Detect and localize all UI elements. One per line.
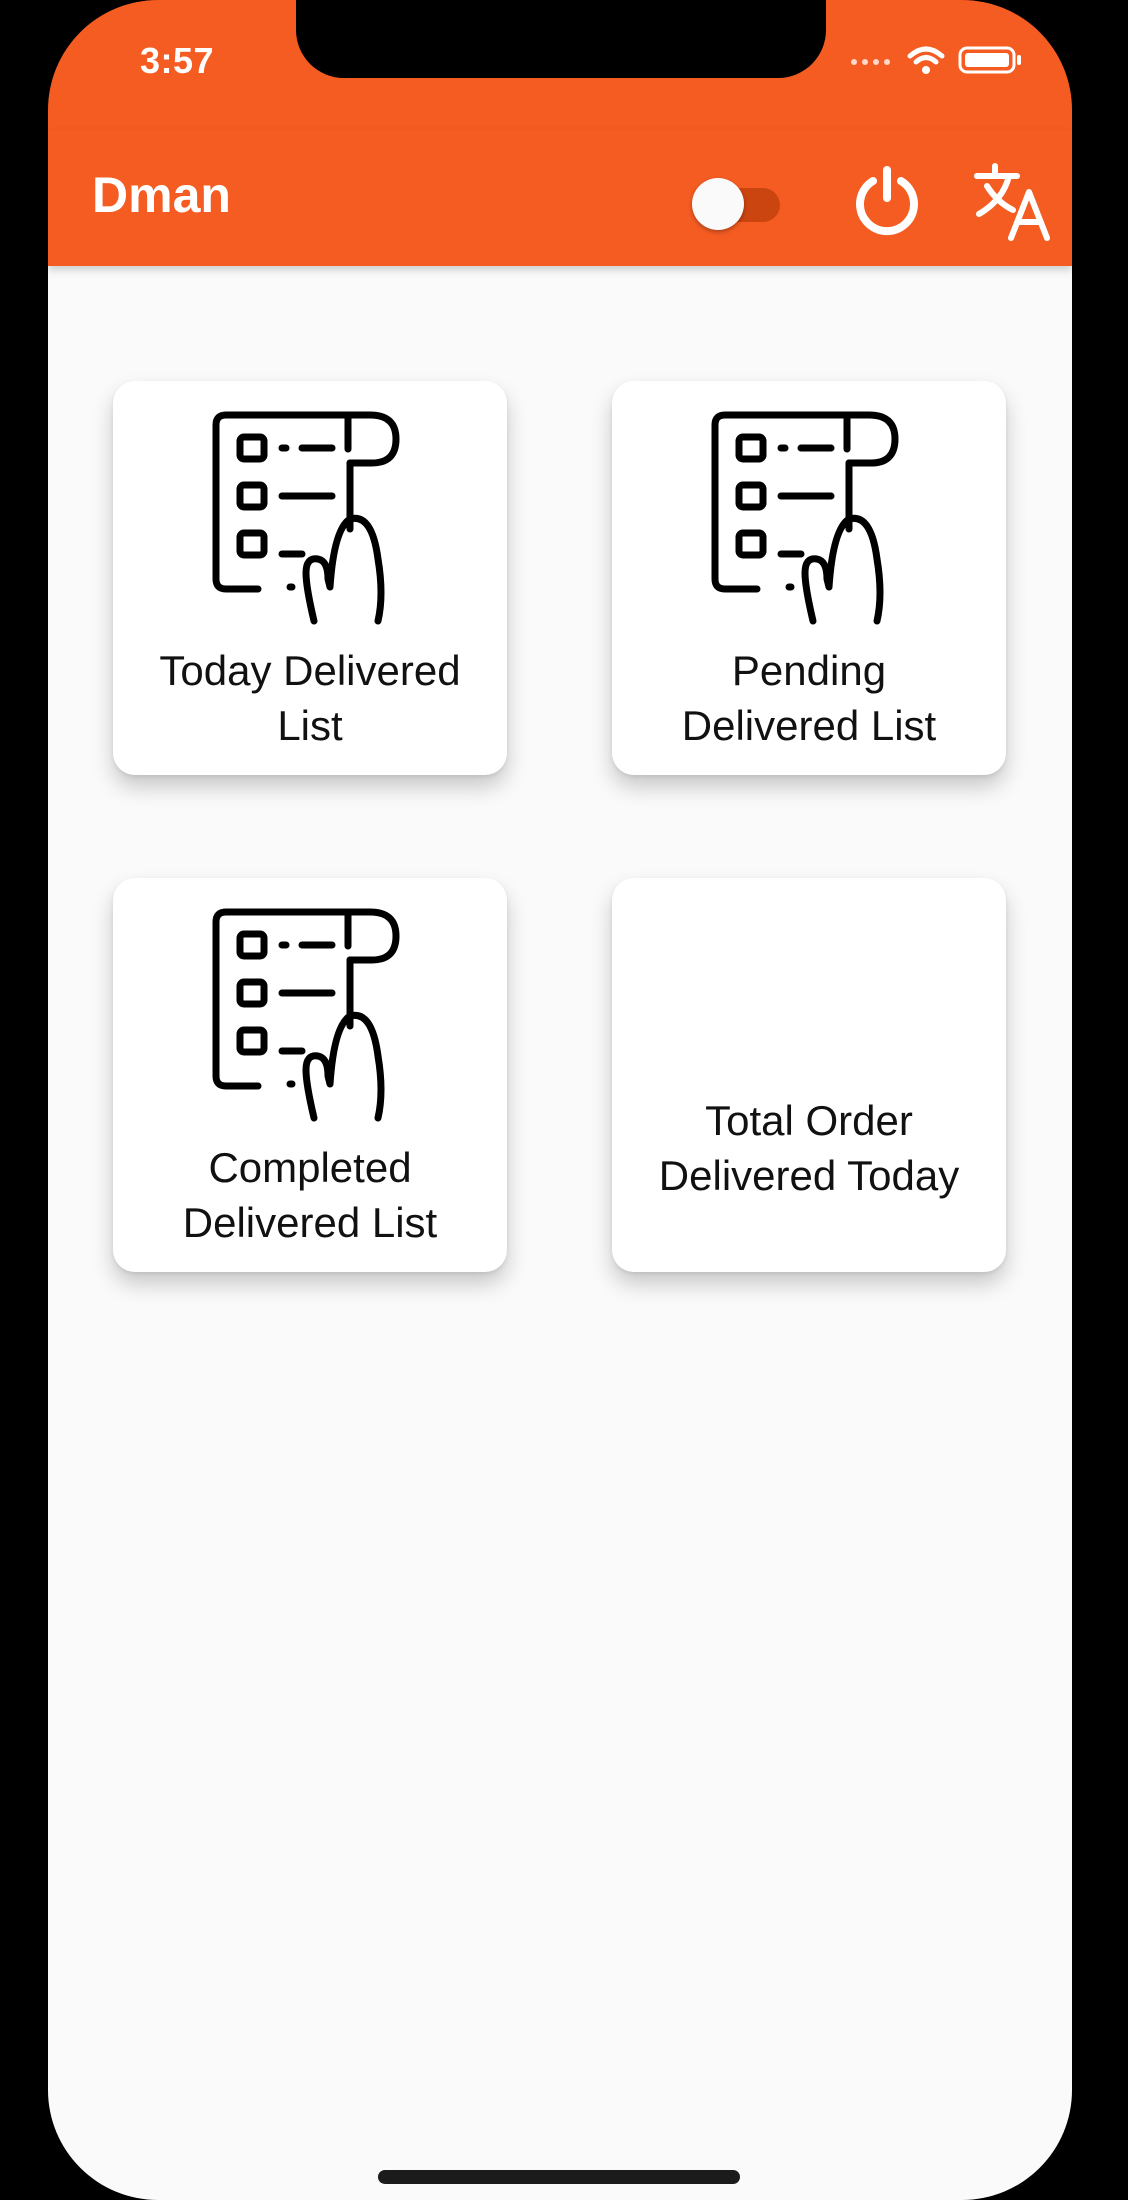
total-order-delivered-today-card[interactable]: Total Order Delivered Today [612, 878, 1006, 1272]
card-label-line1: Today Delivered [159, 647, 461, 694]
card-label-line1: Pending [731, 647, 887, 694]
power-icon[interactable] [848, 162, 926, 240]
app-title: Dman [92, 167, 231, 223]
receipt-list-hand-icon [212, 908, 400, 1122]
home-indicator[interactable] [378, 2170, 740, 2184]
card-label-line2: Delivered List [182, 1199, 438, 1246]
wifi-icon [907, 46, 945, 74]
card-label-line1: Total Order [705, 1097, 913, 1144]
card-label-line1: Completed [208, 1144, 412, 1191]
availability-toggle[interactable] [688, 178, 786, 230]
status-time: 3:57 [140, 40, 215, 81]
receipt-list-hand-icon [212, 411, 400, 625]
status-icons [848, 44, 1024, 76]
battery-icon [958, 46, 1021, 74]
receipt-list-hand-icon [711, 411, 899, 625]
cellular-signal-icon [851, 59, 890, 65]
translate-icon[interactable] [973, 162, 1053, 242]
card-label-line2: Delivered List [681, 702, 937, 749]
completed-delivered-list-card[interactable]: Completed Delivered List [113, 878, 507, 1272]
toggle-thumb [692, 178, 744, 230]
card-label-line2: Delivered Today [658, 1152, 960, 1199]
card-label-line2: List [277, 702, 343, 749]
camera-notch [296, 0, 826, 78]
phone-screen: 3:57 Dman Today Delivered List Pending D… [48, 0, 1072, 2200]
pending-delivered-list-card[interactable]: Pending Delivered List [612, 381, 1006, 775]
today-delivered-list-card[interactable]: Today Delivered List [113, 381, 507, 775]
